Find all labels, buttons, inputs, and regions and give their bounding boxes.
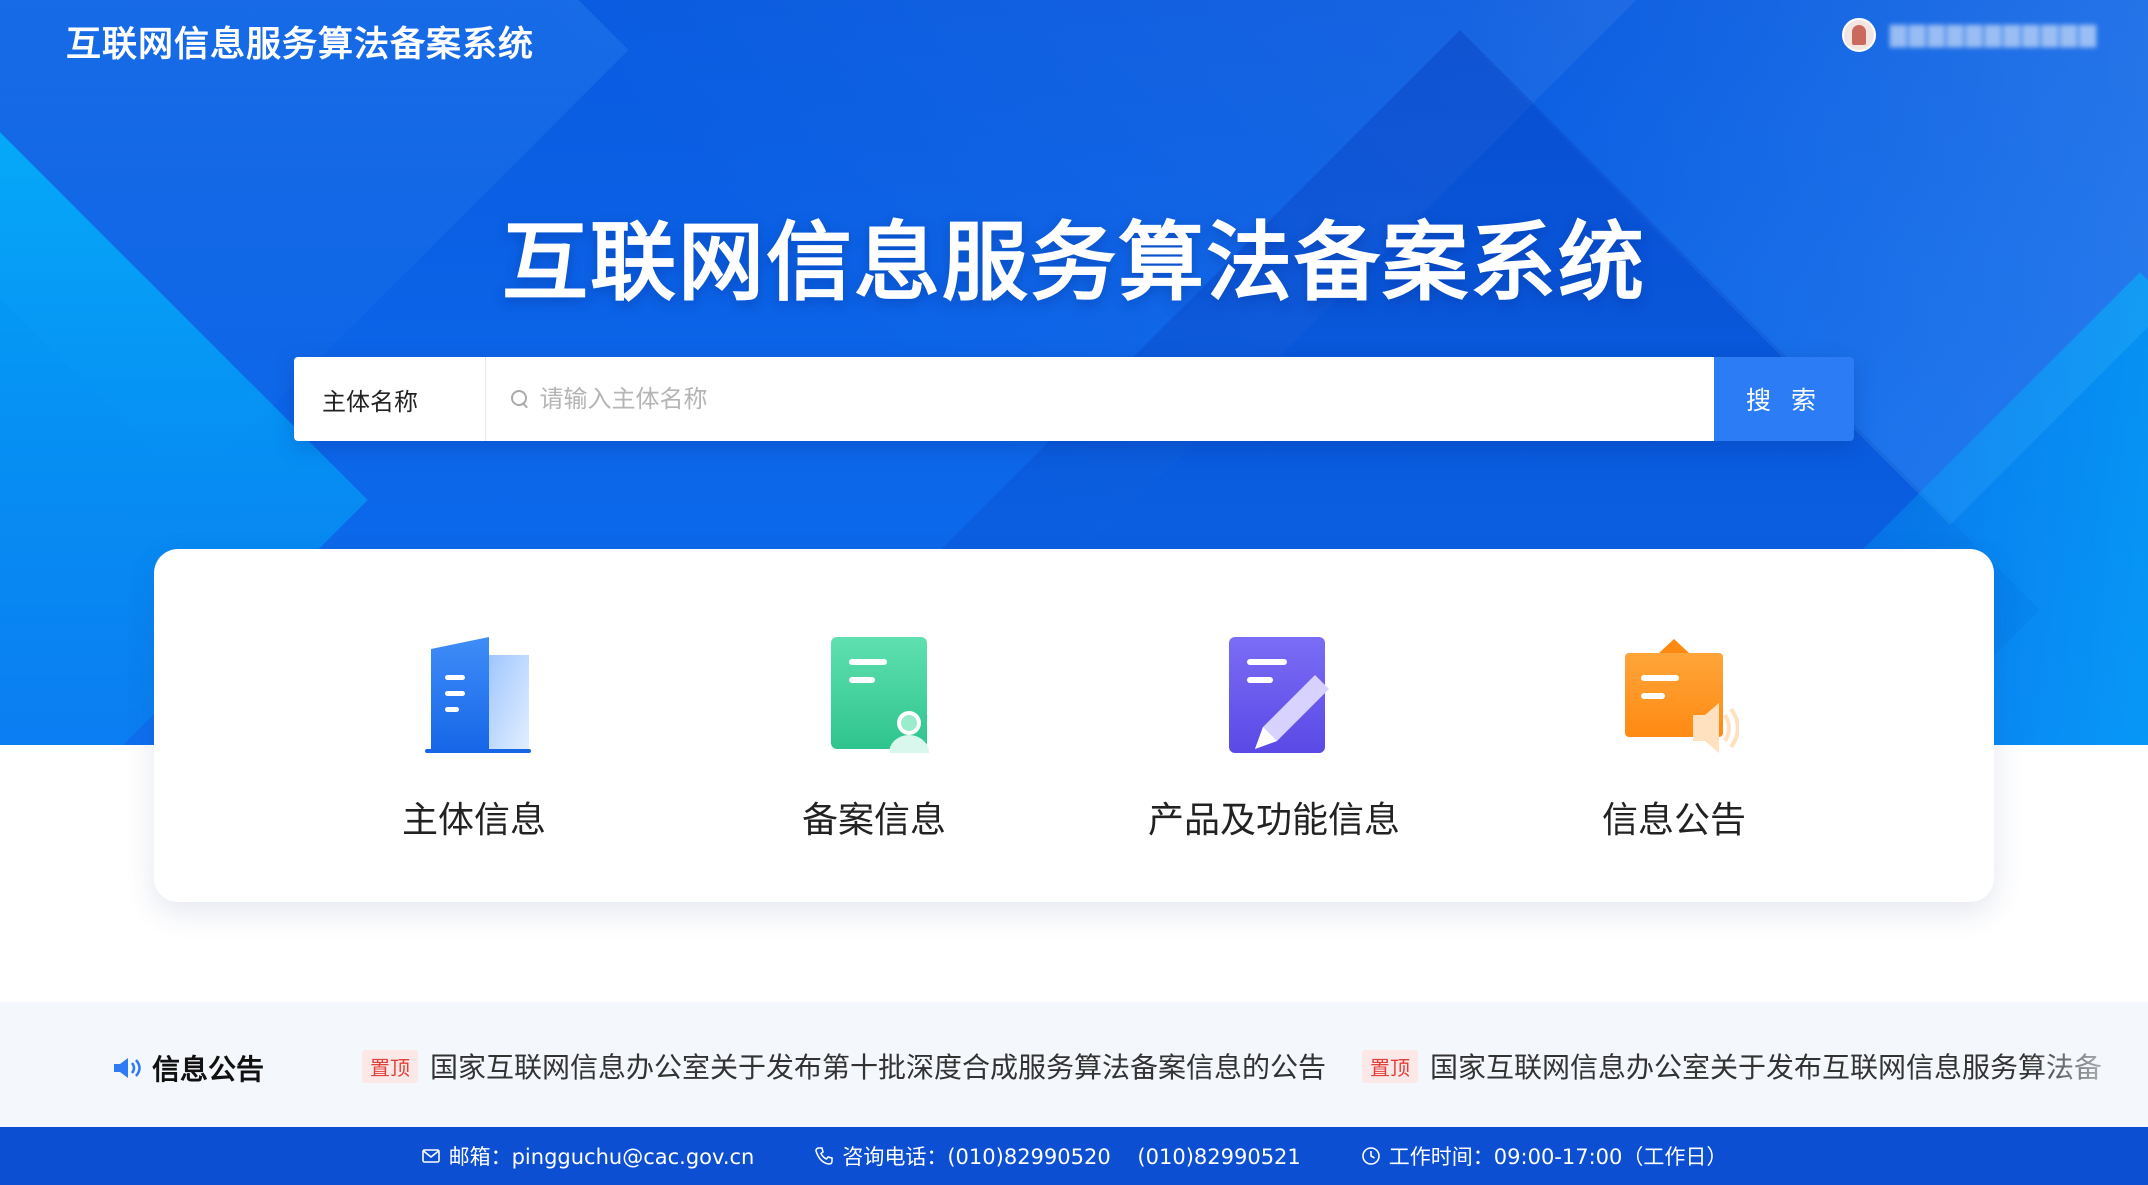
user-name[interactable]: ▇▇▇▇▇▇▇▇▇▇▇ <box>1890 23 2098 48</box>
category-announcement[interactable]: 信息公告 <box>1514 549 1834 902</box>
category-card: 主体信息 备案信息 产品及功能信息 信息公告 <box>154 549 1994 902</box>
avatar[interactable] <box>1842 18 1876 52</box>
clock-icon <box>1361 1147 1380 1165</box>
notice-link[interactable]: 国家互联网信息办公室关于发布第十批深度合成服务算法备案信息的公告 <box>430 1046 1326 1086</box>
footer-phone-text: 咨询电话：(010)82990520 (010)82990521 <box>842 1145 1301 1169</box>
building-icon <box>425 637 531 753</box>
footer-email-text: 邮箱：pingguchu@cac.gov.cn <box>448 1145 755 1169</box>
search-type-select[interactable]: 主体名称 <box>294 357 486 441</box>
fade-overlay <box>2028 1002 2148 1127</box>
notice-item[interactable]: 置顶 国家互联网信息办公室关于发布第十批深度合成服务算法备案信息的公告 <box>362 1046 1326 1086</box>
category-record-info[interactable]: 备案信息 <box>714 549 1034 902</box>
phone-icon <box>815 1147 834 1165</box>
notice-link[interactable]: 国家互联网信息办公室关于发布互联网信息服务算法备案信息的公告 <box>1430 1046 2102 1086</box>
site-title[interactable]: 互联网信息服务算法备案系统 <box>66 16 534 67</box>
notice-list: 置顶 国家互联网信息办公室关于发布第十批深度合成服务算法备案信息的公告 置顶 国… <box>362 1046 2102 1086</box>
category-label: 信息公告 <box>1601 800 1746 841</box>
mail-icon <box>421 1149 440 1163</box>
search-input[interactable] <box>539 385 1714 413</box>
notice-item[interactable]: 置顶 国家互联网信息办公室关于发布互联网信息服务算法备案信息的公告 <box>1362 1046 2102 1086</box>
footer-hours-text: 工作时间：09:00-17:00（工作日） <box>1388 1145 1728 1169</box>
hero-title: 互联网信息服务算法备案系统 <box>502 213 1646 313</box>
footer-phone: 咨询电话：(010)82990520 (010)82990521 <box>814 1141 1301 1171</box>
pin-tag: 置顶 <box>362 1049 418 1083</box>
category-label: 备案信息 <box>801 800 946 841</box>
category-entity-info[interactable]: 主体信息 <box>314 549 634 902</box>
speaker-icon <box>114 1058 141 1078</box>
notice-bar: 信息公告 置顶 国家互联网信息办公室关于发布第十批深度合成服务算法备案信息的公告… <box>0 1002 2148 1127</box>
document-edit-icon <box>1229 637 1329 753</box>
search-icon <box>510 389 530 409</box>
search-bar: 主体名称 搜 索 <box>294 357 1854 441</box>
category-label: 主体信息 <box>401 800 546 841</box>
category-label: 产品及功能信息 <box>1147 800 1400 841</box>
footer: 邮箱：pingguchu@cac.gov.cn 咨询电话：(010)829905… <box>0 1127 2148 1185</box>
pin-tag: 置顶 <box>1362 1049 1419 1083</box>
notice-header: 信息公告 <box>112 1048 264 1088</box>
search-box[interactable] <box>486 357 1714 441</box>
user-menu[interactable]: ▇▇▇▇▇▇▇▇▇▇▇ <box>1842 18 2098 52</box>
footer-hours: 工作时间：09:00-17:00（工作日） <box>1361 1141 1728 1171</box>
search-button[interactable]: 搜 索 <box>1714 357 1854 441</box>
record-user-icon <box>831 637 929 753</box>
footer-email: 邮箱：pingguchu@cac.gov.cn <box>421 1141 755 1171</box>
category-product-info[interactable]: 产品及功能信息 <box>1114 549 1434 902</box>
notice-title: 信息公告 <box>152 1053 265 1086</box>
announcement-icon <box>1625 639 1739 753</box>
